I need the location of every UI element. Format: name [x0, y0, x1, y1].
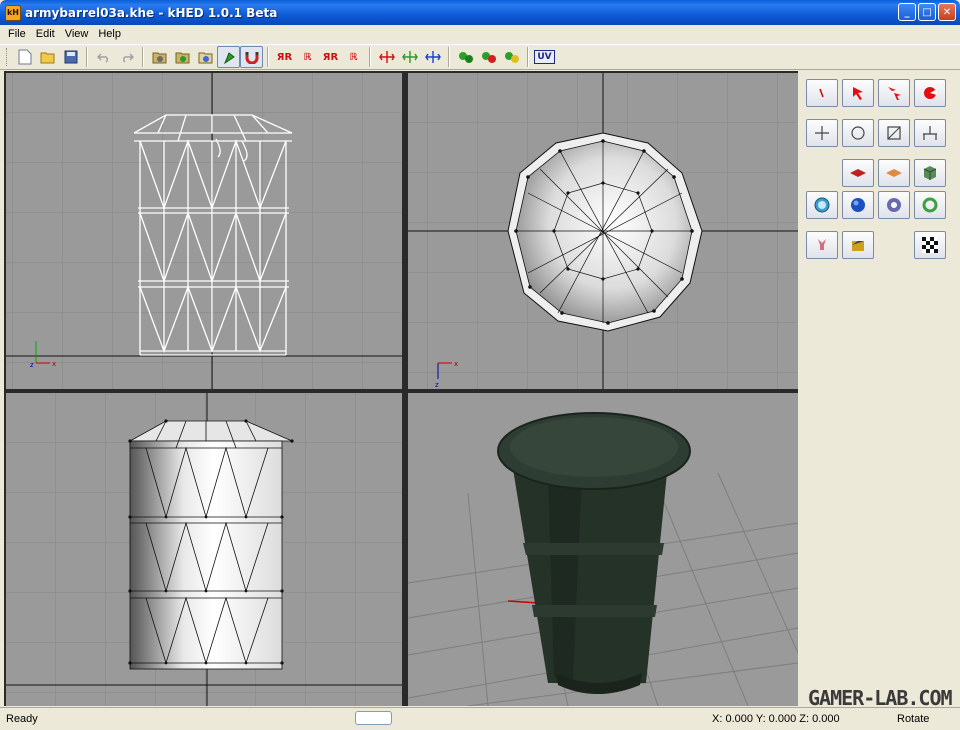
extrude-icon[interactable] [914, 119, 946, 147]
save-icon[interactable] [59, 46, 82, 68]
menu-edit[interactable]: Edit [32, 28, 61, 40]
rotate-icon[interactable] [842, 119, 874, 147]
open-folder-icon[interactable] [36, 46, 59, 68]
svg-text:x: x [52, 360, 56, 368]
status-coordinates: X: 0.000 Y: 0.000 Z: 0.000 [712, 713, 840, 725]
flip-z-icon[interactable] [421, 46, 444, 68]
status-text: Ready [6, 713, 38, 725]
cube-green-icon[interactable] [914, 159, 946, 187]
green-spheres-icon[interactable] [454, 46, 477, 68]
open-model-icon[interactable] [148, 46, 171, 68]
status-mode: Rotate [897, 713, 930, 725]
maximize-button[interactable]: □ [918, 3, 936, 21]
mirror-all-icon[interactable]: ℝ [342, 46, 365, 68]
plane-orange-icon[interactable] [878, 159, 910, 187]
menu-bar: File Edit View Help [0, 25, 960, 43]
sphere-cyan-icon[interactable] [806, 191, 838, 219]
yellow-spheres-icon[interactable] [500, 46, 523, 68]
viewport-perspective-canvas[interactable] [408, 393, 798, 706]
status-bar: Ready X: 0.000 Y: 0.000 Z: 0.000 Rotate [0, 707, 960, 730]
move-icon[interactable] [806, 119, 838, 147]
cylinder-icon[interactable] [842, 231, 874, 259]
import-icon[interactable] [171, 46, 194, 68]
viewport-top-canvas[interactable]: x z [408, 73, 798, 389]
viewport-side[interactable]: y z [6, 393, 402, 706]
toolbar-grip[interactable] [6, 48, 9, 66]
export-icon[interactable] [194, 46, 217, 68]
torus-icon[interactable] [878, 191, 910, 219]
barrel-side-view [128, 419, 294, 670]
ring-green-icon[interactable] [914, 191, 946, 219]
mirror-z-icon[interactable]: ЯR [319, 46, 342, 68]
select-arrow-icon[interactable] [842, 79, 874, 107]
svg-text:x: x [454, 360, 458, 368]
viewport-front-canvas[interactable]: z x [6, 73, 402, 389]
bone-icon[interactable] [806, 231, 838, 259]
status-progress-box [355, 711, 392, 725]
svg-text:z: z [30, 361, 34, 369]
menu-file[interactable]: File [4, 28, 32, 40]
undo-icon[interactable] [92, 46, 115, 68]
minimize-button[interactable]: _ [898, 3, 916, 21]
title-bar: kH armybarrel03a.khe - kHED 1.0.1 Beta _… [0, 0, 960, 25]
select-vertex-icon[interactable] [217, 46, 240, 68]
menu-help[interactable]: Help [94, 28, 127, 40]
flip-y-icon[interactable] [398, 46, 421, 68]
pick-point-icon[interactable] [806, 79, 838, 107]
menu-view[interactable]: View [61, 28, 95, 40]
uv-icon[interactable]: UV [533, 46, 556, 68]
plane-red-icon[interactable] [842, 159, 874, 187]
viewport-top[interactable]: x z [408, 73, 798, 389]
close-button[interactable]: ✕ [938, 3, 956, 21]
red-spheres-icon[interactable] [477, 46, 500, 68]
redo-icon[interactable] [115, 46, 138, 68]
viewport-perspective[interactable] [408, 393, 798, 706]
select-multi-icon[interactable] [878, 79, 910, 107]
viewport-front[interactable]: z x [6, 73, 402, 389]
viewport-grid: z x x z [4, 71, 798, 706]
tool-panel [798, 71, 956, 706]
svg-text:z: z [435, 381, 439, 389]
scale-icon[interactable] [878, 119, 910, 147]
new-file-icon[interactable] [13, 46, 36, 68]
mirror-x-icon[interactable]: ЯR [273, 46, 296, 68]
lasso-icon[interactable] [914, 79, 946, 107]
magnet-icon[interactable] [240, 46, 263, 68]
toolbar: ЯR ℝ ЯR ℝ UV [0, 44, 960, 70]
mirror-y-icon[interactable]: ℝ [296, 46, 319, 68]
viewport-side-canvas[interactable]: y z [6, 393, 402, 706]
checker-icon[interactable] [914, 231, 946, 259]
flip-x-icon[interactable] [375, 46, 398, 68]
sphere-blue-icon[interactable] [842, 191, 874, 219]
window-title: armybarrel03a.khe - kHED 1.0.1 Beta [25, 5, 278, 20]
app-icon: kH [5, 4, 21, 21]
